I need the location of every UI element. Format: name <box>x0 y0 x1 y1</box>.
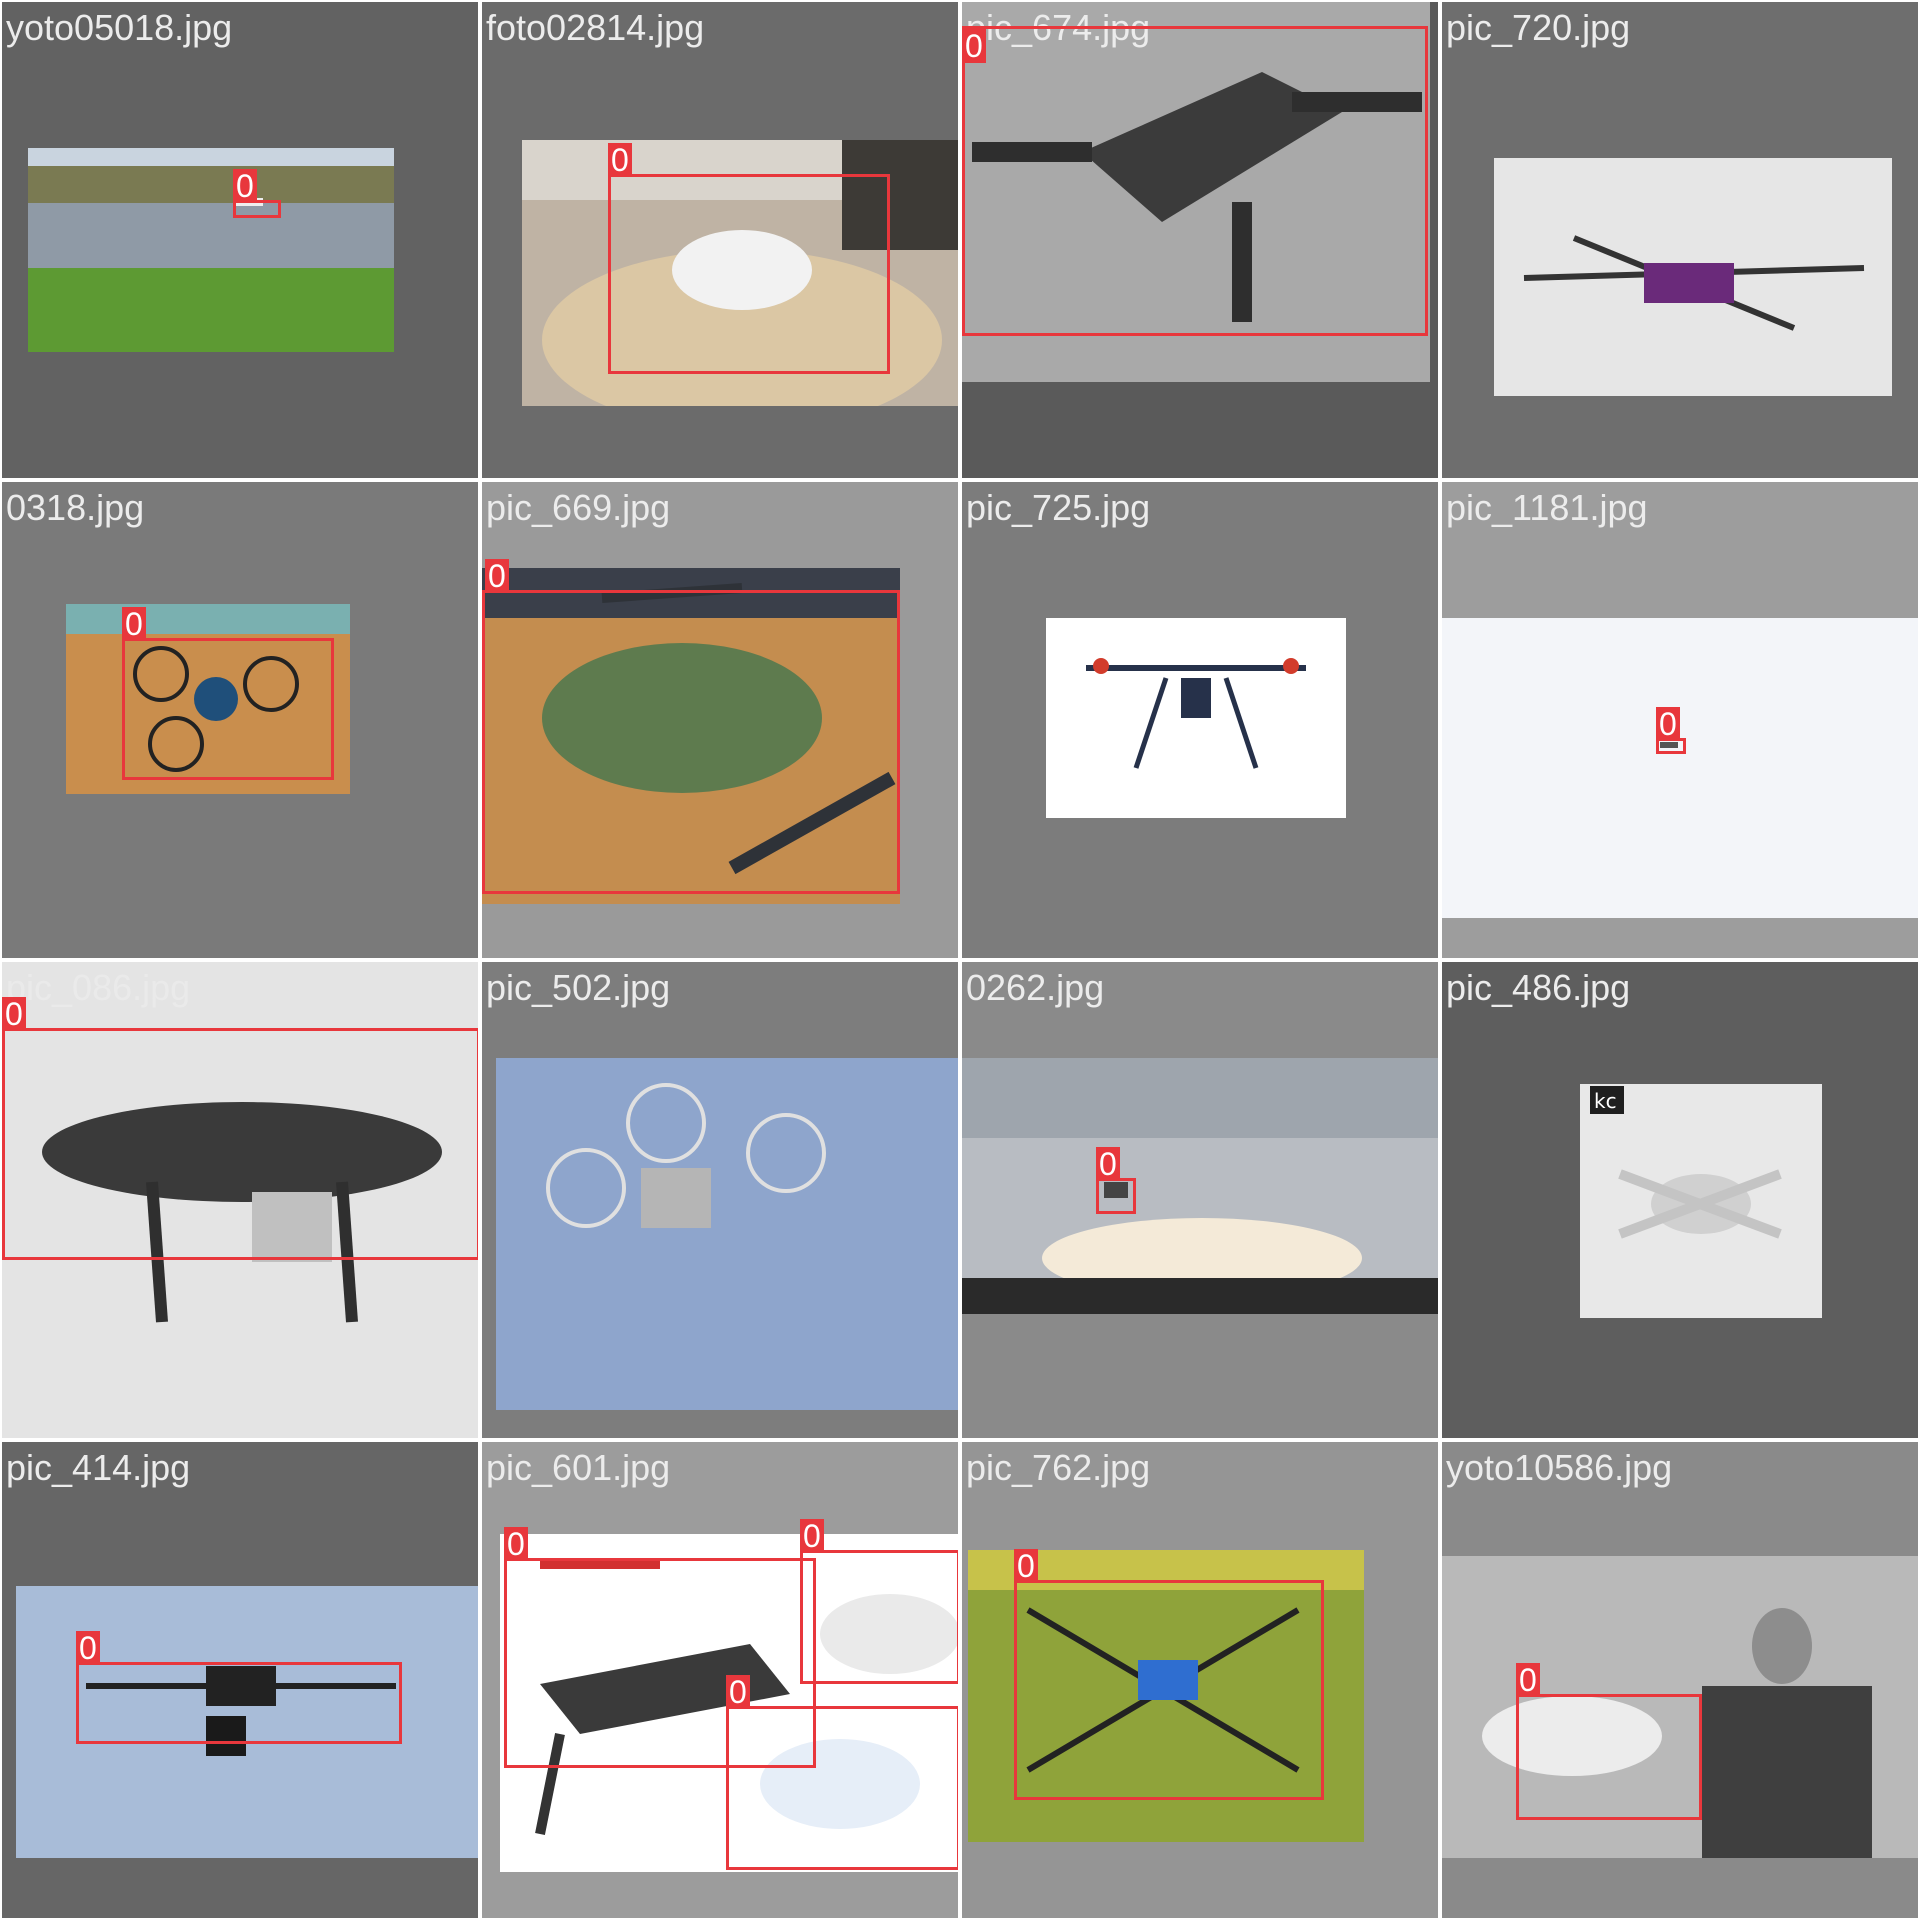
tile-filename: pic_669.jpg <box>486 487 671 528</box>
detection-box: 0 <box>2 997 478 1260</box>
logo-mark: kc <box>1594 1089 1617 1113</box>
tile-yoto10586[interactable]: yoto10586.jpg 0 <box>1440 1440 1920 1920</box>
detection-class-label: 0 <box>1516 1663 1540 1697</box>
tile-filename: pic_762.jpg <box>966 1447 1151 1488</box>
detection-class-label: 0 <box>1096 1147 1120 1181</box>
tile-filename: 0318.jpg <box>6 487 145 528</box>
photo-sunset-sky-drone <box>962 1058 1438 1314</box>
tile-pic-502[interactable]: pic_502.jpg <box>480 960 960 1440</box>
tile-foto02814[interactable]: foto02814.jpg 0 <box>480 0 960 480</box>
tile-filename: yoto05018.jpg <box>6 7 233 48</box>
detection-box: 0 <box>1656 707 1686 754</box>
detection-class-label: 0 <box>233 169 257 203</box>
detection-class-label: 0 <box>2 997 26 1031</box>
tile-filename: pic_486.jpg <box>1446 967 1631 1008</box>
detection-class-label: 0 <box>122 607 146 641</box>
detection-box: 0 <box>122 607 334 780</box>
tile-filename: yoto10586.jpg <box>1446 1447 1673 1488</box>
tile-pic-669[interactable]: pic_669.jpg 0 <box>480 480 960 960</box>
detection-box: 0 <box>1014 1549 1324 1800</box>
tile-filename: pic_725.jpg <box>966 487 1151 528</box>
detection-box: 0 <box>608 143 890 374</box>
tile-pic-725[interactable]: pic_725.jpg <box>960 480 1440 960</box>
tile-pic-086[interactable]: pic_086.jpg 0 <box>0 960 480 1440</box>
photo-purple-racing-drone <box>1494 158 1892 396</box>
detection-box: 0 <box>1516 1663 1702 1820</box>
photo-drone-blue-sky <box>496 1058 958 1410</box>
detection-class-label: 0 <box>485 559 509 593</box>
detection-class-label: 0 <box>800 1519 824 1553</box>
tile-0318[interactable]: 0318.jpg 0 <box>0 480 480 960</box>
photo-white-foldable-drone: kc <box>1580 1084 1822 1318</box>
detection-box: 0 <box>76 1631 402 1744</box>
tile-filename: pic_601.jpg <box>486 1447 671 1488</box>
detection-class-label: 0 <box>608 143 632 177</box>
tile-pic-674[interactable]: pic_674.jpg 0 <box>960 0 1440 480</box>
detection-box: 0 <box>962 26 1428 336</box>
detection-box: 0 <box>800 1519 958 1684</box>
tile-yoto05018[interactable]: yoto05018.jpg 0 <box>0 0 480 480</box>
detection-class-label: 0 <box>76 1631 100 1665</box>
tile-filename: pic_414.jpg <box>6 1447 191 1488</box>
tile-pic-762[interactable]: pic_762.jpg 0 <box>960 1440 1440 1920</box>
tile-filename: pic_1181.jpg <box>1446 487 1648 528</box>
tile-filename: pic_502.jpg <box>486 967 671 1008</box>
tile-pic-486[interactable]: pic_486.jpg kc <box>1440 960 1920 1440</box>
tile-pic-720[interactable]: pic_720.jpg <box>1440 0 1920 480</box>
image-grid: yoto05018.jpg 0 foto02814.jpg 0 pic_674.… <box>0 0 1920 1920</box>
tile-filename: foto02814.jpg <box>486 7 705 48</box>
photo-overcast-sky-drone <box>1442 618 1918 918</box>
tile-pic-601[interactable]: pic_601.jpg 0 0 0 <box>480 1440 960 1920</box>
detection-box: 0 <box>233 169 281 218</box>
detection-class-label: 0 <box>1014 1549 1038 1583</box>
tile-pic-1181[interactable]: pic_1181.jpg 0 <box>1440 480 1920 960</box>
tile-filename: pic_720.jpg <box>1446 7 1631 48</box>
detection-box: 0 <box>482 559 900 894</box>
tile-pic-414[interactable]: pic_414.jpg 0 <box>0 1440 480 1920</box>
photo-riverbank-drone <box>28 148 394 352</box>
detection-class-label: 0 <box>504 1527 528 1561</box>
detection-class-label: 0 <box>962 29 986 63</box>
photo-black-quadcopter <box>1046 618 1346 818</box>
tile-0262[interactable]: 0262.jpg 0 <box>960 960 1440 1440</box>
detection-box: 0 <box>1096 1147 1136 1214</box>
detection-class-label: 0 <box>1656 707 1680 741</box>
detection-class-label: 0 <box>726 1675 750 1709</box>
tile-filename: 0262.jpg <box>966 967 1105 1008</box>
detection-box: 0 <box>726 1675 958 1870</box>
